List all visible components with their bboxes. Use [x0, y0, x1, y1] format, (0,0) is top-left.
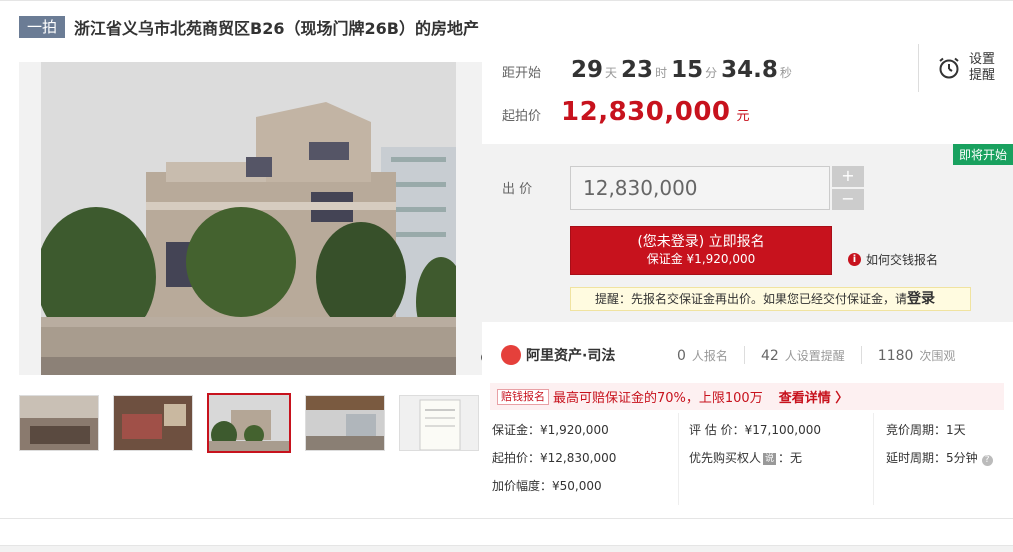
villa-photo	[41, 62, 456, 375]
details-column-2: 评 估 价：¥17,100,000 优先购买权人说：无	[679, 413, 874, 505]
bid-cycle-info: 竞价周期：1天	[886, 423, 966, 437]
page-title: 浙江省义乌市北苑商贸区B26（现场门牌26B）的房地产	[74, 19, 479, 38]
thumbnail-exterior[interactable]	[207, 393, 291, 453]
login-tip: 提醒：先报名交保证金再出价。如果您已经交付保证金，请登录	[570, 287, 971, 311]
auction-page: 一拍 浙江省义乌市北苑商贸区B26（现场门牌26B）的房地产 距开始 29 天 …	[0, 0, 1013, 552]
thumbnail-balcony[interactable]	[305, 395, 385, 451]
zoom-icon[interactable]	[458, 351, 482, 373]
countdown-days: 29	[571, 57, 604, 83]
auction-details: 保证金：¥1,920,000 起拍价：¥12,830,000 加价幅度：¥50,…	[482, 413, 1013, 505]
reminder-line2: 提醒	[969, 68, 996, 83]
thumbnail-hall[interactable]	[19, 395, 99, 451]
ali-logo-icon	[501, 345, 521, 365]
login-link[interactable]: 登录	[907, 291, 935, 307]
signup-count-label: 人报名	[691, 348, 728, 363]
countdown-label: 距开始	[502, 66, 542, 81]
priority-note-tag[interactable]: 说	[763, 452, 777, 465]
delay-cycle-info: 延时周期：5分钟	[886, 451, 978, 465]
view-count-value: 1180	[877, 347, 914, 364]
priority-buyer-label: 优先购买权人	[689, 451, 762, 465]
reminder-count-value: 42	[760, 347, 779, 364]
bid-stepper: + −	[832, 166, 864, 212]
signup-count: 0 人报名	[677, 347, 728, 364]
start-price-value: 12,830,000	[561, 97, 731, 127]
title-row: 一拍 浙江省义乌市北苑商贸区B26（现场门牌26B）的房地产	[19, 14, 479, 40]
promo-text: 最高可赔保证金的70%，上限100万	[553, 391, 763, 406]
signup-count-value: 0	[677, 347, 686, 364]
promo-details-link[interactable]: 查看详情 〉	[779, 387, 849, 406]
details-column-1: 保证金：¥1,920,000 起拍价：¥12,830,000 加价幅度：¥50,…	[492, 413, 679, 505]
countdown-row: 距开始 29 天 23 时 15 分 34.8 秒	[502, 57, 796, 83]
bottom-divider	[0, 518, 1013, 519]
ali-assets-logo[interactable]: 阿里资产·司法	[501, 345, 661, 365]
start-price-info: 起拍价：¥12,830,000	[492, 451, 617, 465]
bid-label: 出 价	[502, 182, 533, 197]
price-unit: 元	[736, 109, 750, 124]
how-to-pay-label: 如何交钱报名	[866, 253, 939, 267]
main-image[interactable]	[19, 62, 482, 375]
tip-text: 提醒：先报名交保证金再出价。如果您已经交付保证金，请	[595, 292, 908, 306]
set-reminder-button[interactable]: 设置 提醒	[918, 44, 1013, 92]
reminder-label: 设置 提醒	[969, 52, 995, 84]
start-price-label: 起拍价	[502, 109, 542, 124]
minutes-unit: 分	[705, 66, 718, 80]
thumbnail-document[interactable]	[399, 395, 479, 451]
alarm-clock-icon	[939, 57, 959, 79]
countdown-minutes: 15	[671, 57, 704, 83]
thumbnail-bedroom[interactable]	[113, 395, 193, 451]
divider	[743, 346, 745, 364]
ali-brand-text: 阿里资产·司法	[526, 348, 616, 364]
signup-button[interactable]: (您未登录) 立即报名 保证金 ¥1,920,000	[570, 226, 832, 275]
countdown-seconds: 34.8	[721, 57, 778, 83]
reminder-count: 42 人设置提醒	[761, 347, 845, 364]
appraisal-info: 评 估 价：¥17,100,000	[689, 423, 821, 437]
delay-cycle-row: 延时周期：5分钟?	[886, 441, 1013, 469]
signup-main-label: (您未登录) 立即报名	[637, 234, 765, 250]
thumbnail-strip	[19, 393, 493, 455]
view-count: 1180 次围观	[878, 347, 956, 364]
top-divider	[0, 0, 1013, 6]
signup-deposit-label: 保证金 ¥1,920,000	[646, 252, 756, 266]
view-count-label: 次围观	[919, 348, 956, 363]
compensation-promo: 赔钱报名 最高可赔保证金的70%，上限100万 查看详情 〉	[490, 383, 1004, 410]
bid-amount-input[interactable]: 12,830,000	[570, 166, 830, 210]
countdown-hours: 23	[621, 57, 654, 83]
info-icon: i	[848, 253, 861, 266]
divider	[860, 346, 862, 364]
start-price-row: 起拍价 12,830,000 元	[502, 97, 750, 127]
help-icon[interactable]: ?	[981, 455, 993, 466]
promo-tag: 赔钱报名	[497, 388, 549, 405]
days-unit: 天	[605, 66, 618, 80]
how-to-pay-link[interactable]: i 如何交钱报名	[848, 251, 938, 268]
reminder-line1: 设置	[969, 52, 996, 67]
priority-buyer-value: ：无	[778, 451, 803, 465]
auction-round-badge: 一拍	[19, 16, 66, 38]
increment-info: 加价幅度：¥50,000	[492, 479, 602, 493]
priority-buyer-info: 优先购买权人说：无	[689, 441, 873, 469]
countdown-box: 距开始 29 天 23 时 15 分 34.8 秒 起拍价 12,830,000…	[482, 44, 1013, 144]
reminder-count-label: 人设置提醒	[784, 348, 845, 363]
deposit-info: 保证金：¥1,920,000	[492, 423, 609, 437]
bottom-band	[0, 545, 1013, 552]
stats-bar: 阿里资产·司法 0 人报名 42 人设置提醒 1180 次围观	[482, 335, 1013, 375]
bid-panel: 即将开始 出 价 12,830,000 + − (您未登录) 立即报名 保证金 …	[482, 144, 1013, 322]
details-column-3: 竞价周期：1天 延时周期：5分钟?	[874, 413, 1013, 505]
hours-unit: 时	[655, 66, 668, 80]
decrease-bid-button[interactable]: −	[832, 189, 864, 210]
seconds-unit: 秒	[779, 66, 792, 80]
status-badge: 即将开始	[952, 144, 1013, 165]
increase-bid-button[interactable]: +	[832, 166, 864, 187]
